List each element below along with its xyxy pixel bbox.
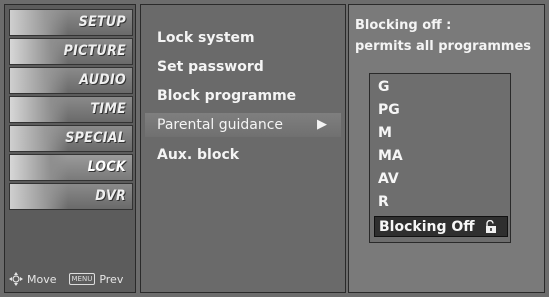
option-label: Set password	[157, 59, 264, 75]
rating-label: MA	[378, 148, 403, 164]
menu-key-icon: MENU	[68, 273, 96, 285]
rating-label: G	[378, 79, 390, 95]
rating-label: PG	[378, 102, 400, 118]
rating-label: R	[378, 194, 389, 210]
menu-item-label: AUDIO	[79, 72, 126, 88]
rating-r[interactable]: R	[374, 192, 508, 213]
lock-options-menu: Lock system Set password Block programme…	[140, 4, 346, 293]
rating-ma[interactable]: MA	[374, 146, 508, 167]
menu-item-audio[interactable]: AUDIO	[9, 67, 133, 94]
rating-blocking-off[interactable]: Blocking Off	[374, 216, 508, 237]
option-label: Block programme	[157, 88, 297, 104]
prev-label: Prev	[99, 272, 124, 286]
special-icon	[10, 126, 68, 151]
rating-m[interactable]: M	[374, 123, 508, 144]
menu-item-label: PICTURE	[63, 43, 126, 59]
unlocked-padlock-icon	[486, 220, 496, 233]
menu-item-lock[interactable]: LOCK	[9, 154, 133, 181]
move-dpad-icon	[9, 272, 23, 286]
option-label: Aux. block	[157, 147, 240, 163]
description: Blocking off : permits all programmes	[355, 15, 531, 57]
rating-list: G PG M MA AV R Blocking Off	[369, 73, 511, 243]
tv-osd-screen: SETUP PICTURE AUDIO TIME SPECIAL LOCK DV…	[0, 0, 549, 297]
category-menu: SETUP PICTURE AUDIO TIME SPECIAL LOCK DV…	[4, 4, 136, 293]
menu-item-time[interactable]: TIME	[9, 96, 133, 123]
option-set-password[interactable]: Set password	[145, 55, 341, 79]
setup-icon	[10, 10, 68, 35]
menu-item-label: SPECIAL	[65, 130, 126, 146]
menu-item-label: TIME	[90, 101, 126, 117]
description-line-2: permits all programmes	[355, 39, 532, 54]
menu-item-dvr[interactable]: DVR	[9, 183, 133, 210]
option-aux-block[interactable]: Aux. block	[145, 143, 341, 167]
menu-item-special[interactable]: SPECIAL	[9, 125, 133, 152]
menu-item-label: SETUP	[78, 14, 126, 30]
dvr-icon	[10, 184, 68, 209]
menu-item-label: DVR	[95, 188, 126, 204]
menu-item-setup[interactable]: SETUP	[9, 9, 133, 36]
submenu-arrow-icon: ▶	[317, 117, 327, 132]
option-parental-guidance[interactable]: Parental guidance ▶	[145, 113, 341, 137]
nav-hint: Move MENU Prev	[9, 272, 133, 286]
move-label: Move	[27, 272, 57, 286]
option-lock-system[interactable]: Lock system	[145, 26, 341, 50]
rating-label: AV	[378, 171, 399, 187]
picture-icon	[10, 39, 68, 64]
parental-guidance-panel: Blocking off : permits all programmes G …	[348, 4, 545, 293]
option-block-programme[interactable]: Block programme	[145, 84, 341, 108]
rating-label: Blocking Off	[379, 219, 475, 235]
rating-av[interactable]: AV	[374, 169, 508, 190]
option-label: Lock system	[157, 30, 255, 46]
lock-category-icon	[10, 155, 68, 180]
rating-g[interactable]: G	[374, 77, 508, 98]
menu-item-picture[interactable]: PICTURE	[9, 38, 133, 65]
rating-label: M	[378, 125, 392, 141]
rating-pg[interactable]: PG	[374, 100, 508, 121]
audio-icon	[10, 68, 68, 93]
option-label: Parental guidance	[157, 117, 284, 133]
time-icon	[10, 97, 68, 122]
menu-item-label: LOCK	[87, 159, 126, 175]
description-line-1: Blocking off :	[355, 18, 452, 33]
